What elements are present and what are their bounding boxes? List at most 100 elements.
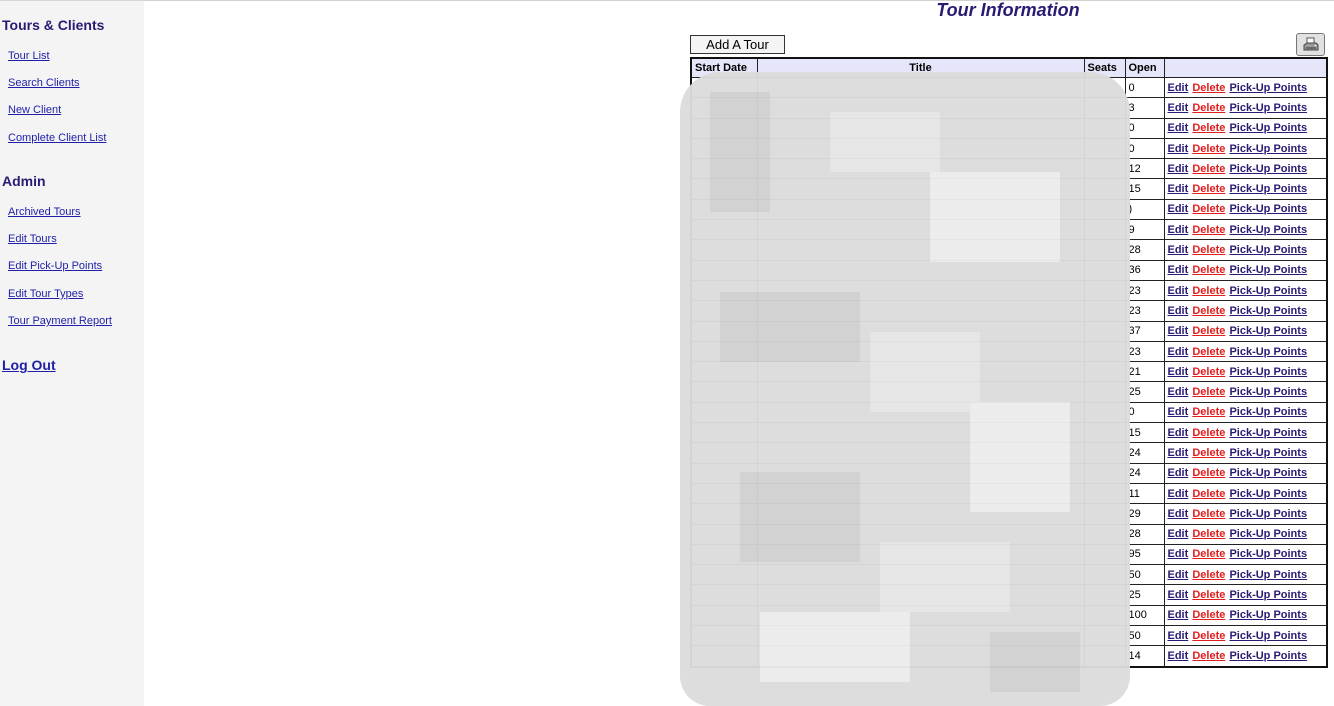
edit-link[interactable]: Edit <box>1168 447 1189 459</box>
delete-link[interactable]: Delete <box>1192 427 1225 439</box>
nav-archived-tours[interactable]: Archived Tours <box>8 206 81 218</box>
nav-search-clients[interactable]: Search Clients <box>8 77 80 89</box>
delete-link[interactable]: Delete <box>1192 508 1225 520</box>
edit-link[interactable]: Edit <box>1168 264 1189 276</box>
delete-link[interactable]: Delete <box>1192 569 1225 581</box>
delete-link[interactable]: Delete <box>1192 305 1225 317</box>
delete-link[interactable]: Delete <box>1192 244 1225 256</box>
nav-edit-tour-types[interactable]: Edit Tour Types <box>8 288 83 300</box>
pickup-points-link[interactable]: Pick-Up Points <box>1229 589 1307 601</box>
edit-link[interactable]: Edit <box>1168 650 1189 662</box>
edit-link[interactable]: Edit <box>1168 143 1189 155</box>
pickup-points-link[interactable]: Pick-Up Points <box>1229 224 1307 236</box>
pickup-points-link[interactable]: Pick-Up Points <box>1229 203 1307 215</box>
edit-link[interactable]: Edit <box>1168 346 1189 358</box>
delete-link[interactable]: Delete <box>1192 528 1225 540</box>
edit-link[interactable]: Edit <box>1168 406 1189 418</box>
edit-link[interactable]: Edit <box>1168 224 1189 236</box>
nav-tour-list[interactable]: Tour List <box>8 50 50 62</box>
pickup-points-link[interactable]: Pick-Up Points <box>1229 244 1307 256</box>
pickup-points-link[interactable]: Pick-Up Points <box>1229 325 1307 337</box>
delete-link[interactable]: Delete <box>1192 224 1225 236</box>
delete-link[interactable]: Delete <box>1192 122 1225 134</box>
edit-link[interactable]: Edit <box>1168 82 1189 94</box>
logout-link[interactable]: Log Out <box>2 357 56 373</box>
delete-link[interactable]: Delete <box>1192 325 1225 337</box>
col-header-open[interactable]: Open <box>1124 57 1165 78</box>
pickup-points-link[interactable]: Pick-Up Points <box>1229 143 1307 155</box>
edit-link[interactable]: Edit <box>1168 427 1189 439</box>
nav-new-client[interactable]: New Client <box>8 104 61 116</box>
edit-link[interactable]: Edit <box>1168 467 1189 479</box>
delete-link[interactable]: Delete <box>1192 548 1225 560</box>
delete-link[interactable]: Delete <box>1192 406 1225 418</box>
pickup-points-link[interactable]: Pick-Up Points <box>1229 386 1307 398</box>
delete-link[interactable]: Delete <box>1192 609 1225 621</box>
edit-link[interactable]: Edit <box>1168 203 1189 215</box>
edit-link[interactable]: Edit <box>1168 102 1189 114</box>
edit-link[interactable]: Edit <box>1168 285 1189 297</box>
edit-link[interactable]: Edit <box>1168 366 1189 378</box>
nav-edit-pickup-points[interactable]: Edit Pick-Up Points <box>8 260 102 272</box>
edit-link[interactable]: Edit <box>1168 244 1189 256</box>
pickup-points-link[interactable]: Pick-Up Points <box>1229 548 1307 560</box>
delete-link[interactable]: Delete <box>1192 102 1225 114</box>
pickup-points-link[interactable]: Pick-Up Points <box>1229 82 1307 94</box>
nav-tour-payment-report[interactable]: Tour Payment Report <box>8 315 112 327</box>
edit-link[interactable]: Edit <box>1168 609 1189 621</box>
edit-link[interactable]: Edit <box>1168 305 1189 317</box>
edit-link[interactable]: Edit <box>1168 630 1189 642</box>
edit-link[interactable]: Edit <box>1168 183 1189 195</box>
pickup-points-link[interactable]: Pick-Up Points <box>1229 427 1307 439</box>
delete-link[interactable]: Delete <box>1192 183 1225 195</box>
nav-complete-client-list[interactable]: Complete Client List <box>8 132 106 144</box>
pickup-points-link[interactable]: Pick-Up Points <box>1229 650 1307 662</box>
edit-link[interactable]: Edit <box>1168 163 1189 175</box>
pickup-points-link[interactable]: Pick-Up Points <box>1229 163 1307 175</box>
pickup-points-link[interactable]: Pick-Up Points <box>1229 285 1307 297</box>
pickup-points-link[interactable]: Pick-Up Points <box>1229 406 1307 418</box>
edit-link[interactable]: Edit <box>1168 508 1189 520</box>
edit-link[interactable]: Edit <box>1168 528 1189 540</box>
delete-link[interactable]: Delete <box>1192 467 1225 479</box>
pickup-points-link[interactable]: Pick-Up Points <box>1229 488 1307 500</box>
add-tour-button[interactable]: Add A Tour <box>690 35 785 54</box>
delete-link[interactable]: Delete <box>1192 143 1225 155</box>
nav-edit-tours[interactable]: Edit Tours <box>8 233 57 245</box>
pickup-points-link[interactable]: Pick-Up Points <box>1229 467 1307 479</box>
pickup-points-link[interactable]: Pick-Up Points <box>1229 569 1307 581</box>
pickup-points-link[interactable]: Pick-Up Points <box>1229 528 1307 540</box>
delete-link[interactable]: Delete <box>1192 346 1225 358</box>
delete-link[interactable]: Delete <box>1192 447 1225 459</box>
pickup-points-link[interactable]: Pick-Up Points <box>1229 305 1307 317</box>
edit-link[interactable]: Edit <box>1168 386 1189 398</box>
pickup-points-link[interactable]: Pick-Up Points <box>1229 366 1307 378</box>
delete-link[interactable]: Delete <box>1192 82 1225 94</box>
pickup-points-link[interactable]: Pick-Up Points <box>1229 630 1307 642</box>
delete-link[interactable]: Delete <box>1192 386 1225 398</box>
edit-link[interactable]: Edit <box>1168 325 1189 337</box>
pickup-points-link[interactable]: Pick-Up Points <box>1229 264 1307 276</box>
delete-link[interactable]: Delete <box>1192 163 1225 175</box>
edit-link[interactable]: Edit <box>1168 589 1189 601</box>
delete-link[interactable]: Delete <box>1192 589 1225 601</box>
delete-link[interactable]: Delete <box>1192 285 1225 297</box>
delete-link[interactable]: Delete <box>1192 650 1225 662</box>
pickup-points-link[interactable]: Pick-Up Points <box>1229 447 1307 459</box>
edit-link[interactable]: Edit <box>1168 488 1189 500</box>
pickup-points-link[interactable]: Pick-Up Points <box>1229 183 1307 195</box>
pickup-points-link[interactable]: Pick-Up Points <box>1229 102 1307 114</box>
delete-link[interactable]: Delete <box>1192 488 1225 500</box>
edit-link[interactable]: Edit <box>1168 122 1189 134</box>
pickup-points-link[interactable]: Pick-Up Points <box>1229 609 1307 621</box>
print-button[interactable] <box>1296 33 1325 56</box>
delete-link[interactable]: Delete <box>1192 203 1225 215</box>
edit-link[interactable]: Edit <box>1168 548 1189 560</box>
pickup-points-link[interactable]: Pick-Up Points <box>1229 346 1307 358</box>
pickup-points-link[interactable]: Pick-Up Points <box>1229 508 1307 520</box>
edit-link[interactable]: Edit <box>1168 569 1189 581</box>
delete-link[interactable]: Delete <box>1192 366 1225 378</box>
delete-link[interactable]: Delete <box>1192 630 1225 642</box>
delete-link[interactable]: Delete <box>1192 264 1225 276</box>
pickup-points-link[interactable]: Pick-Up Points <box>1229 122 1307 134</box>
